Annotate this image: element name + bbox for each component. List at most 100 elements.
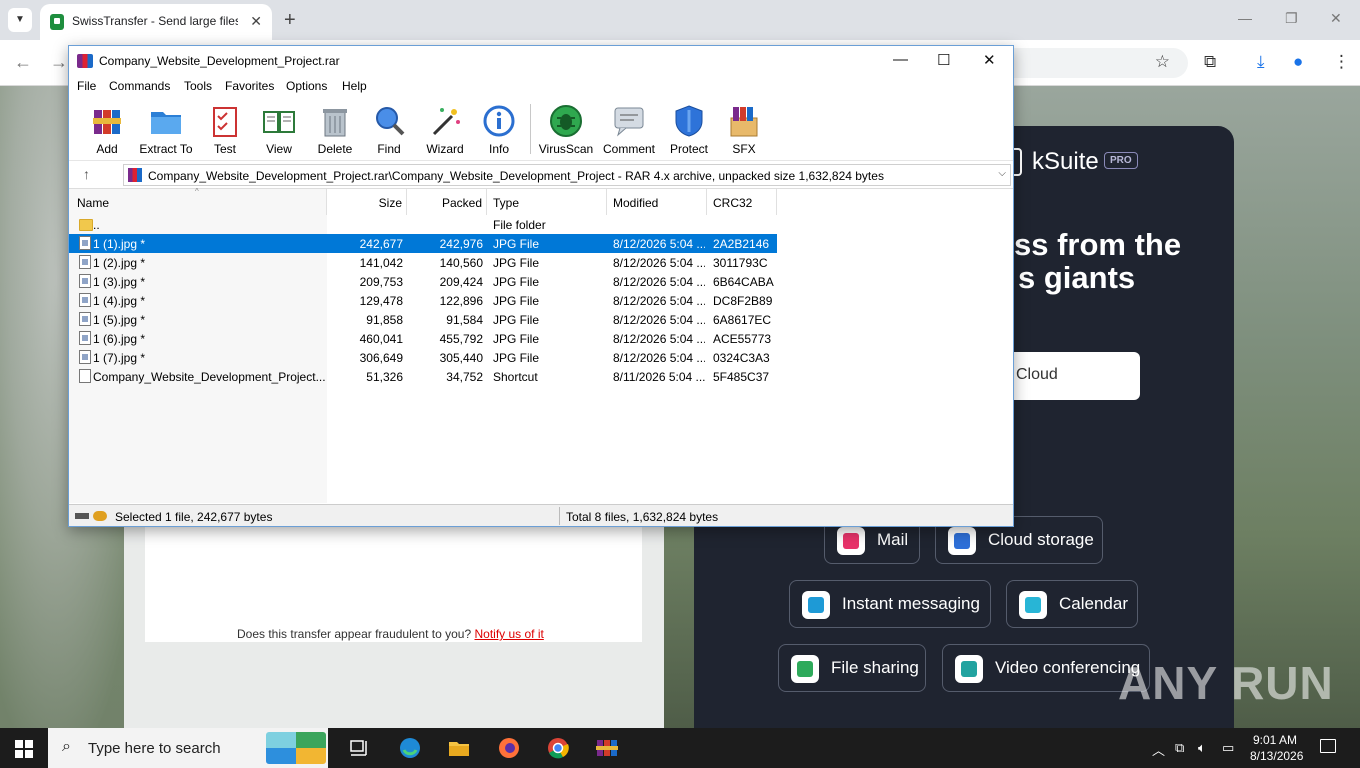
ksuite-brand: kSuite bbox=[1032, 148, 1099, 175]
info-button[interactable]: Info bbox=[469, 102, 529, 156]
cloud-button[interactable]: Cloud bbox=[1014, 352, 1140, 400]
file-row[interactable]: 1 (7).jpg * 306,649 305,440 JPG File 8/12/20… bbox=[69, 348, 777, 367]
file-row[interactable]: 1 (2).jpg * 141,042 140,560 JPG File 8/12/20… bbox=[69, 253, 777, 272]
clock-time: 9:01 AM bbox=[1252, 733, 1298, 747]
file-explorer-icon[interactable] bbox=[447, 736, 471, 760]
browser-tab[interactable]: SwissTransfer - Send large files ✕ bbox=[40, 4, 272, 40]
cell-packed: 34,752 bbox=[446, 370, 483, 384]
virusscan-button[interactable]: VirusScan bbox=[536, 102, 596, 156]
test-button[interactable]: Test bbox=[195, 102, 255, 156]
menu-help[interactable]: Help bbox=[342, 79, 367, 93]
cell-modified: 8/12/2026 5:04 ... bbox=[613, 294, 705, 308]
cell-crc: 3011793C bbox=[713, 256, 768, 270]
volume-icon[interactable]: 🔈︎ bbox=[1198, 740, 1206, 756]
fraud-notice: Does this transfer appear fraudulent to … bbox=[237, 627, 544, 641]
cell-size: 306,649 bbox=[359, 351, 403, 365]
cell-name: 1 (2).jpg * bbox=[93, 256, 146, 270]
cell-crc: 5F485C37 bbox=[713, 370, 770, 384]
winrar-taskbar-icon[interactable] bbox=[595, 736, 619, 760]
file-sharing-icon bbox=[791, 655, 819, 683]
profile-avatar-icon[interactable]: ● bbox=[1293, 52, 1303, 72]
extract-to-button[interactable]: Extract To bbox=[136, 102, 196, 156]
up-arrow-icon[interactable]: ↑ bbox=[83, 166, 90, 182]
column-header-modified[interactable]: Modified bbox=[607, 189, 707, 215]
cell-size: 460,041 bbox=[359, 332, 403, 346]
file-row[interactable]: 1 (4).jpg * 129,478 122,896 JPG File 8/12/20… bbox=[69, 291, 777, 310]
chrome-icon[interactable] bbox=[546, 736, 570, 760]
tab-close-icon[interactable]: ✕ bbox=[250, 13, 262, 30]
forward-arrow-icon[interactable]: → bbox=[50, 52, 68, 73]
sfx-button[interactable]: SFX bbox=[714, 102, 774, 156]
file-row[interactable]: 1 (3).jpg * 209,753 209,424 JPG File 8/12/20… bbox=[69, 272, 777, 291]
comment-button[interactable]: Comment bbox=[599, 102, 659, 156]
edge-browser-icon[interactable] bbox=[398, 736, 422, 760]
file-list[interactable]: ^ Name Size Packed Type Modified CRC32 .… bbox=[69, 187, 1013, 503]
browser-maximize-icon[interactable]: ❐ bbox=[1285, 10, 1298, 27]
menu-file[interactable]: File bbox=[77, 79, 96, 93]
taskbar-search-box[interactable]: ⌕ Type here to search bbox=[48, 728, 328, 768]
cell-modified: 8/12/2026 5:04 ... bbox=[613, 275, 705, 289]
extensions-puzzle-icon[interactable]: ⧉ bbox=[1204, 52, 1216, 72]
menu-commands[interactable]: Commands bbox=[109, 79, 170, 93]
winrar-maximize-icon[interactable]: ☐ bbox=[937, 51, 950, 69]
add-button[interactable]: Add bbox=[77, 102, 137, 156]
download-icon[interactable]: ⤓ bbox=[1257, 52, 1265, 72]
firefox-icon[interactable] bbox=[497, 736, 521, 760]
info-circle-icon bbox=[483, 105, 515, 137]
network-icon[interactable]: ⧉ bbox=[1175, 740, 1184, 756]
file-row[interactable]: Company_Website_Development_Project.... 5… bbox=[69, 367, 777, 386]
toolbar-separator bbox=[530, 104, 531, 154]
back-arrow-icon[interactable]: ← bbox=[14, 52, 32, 73]
cell-crc: 6A8617EC bbox=[713, 313, 772, 327]
protect-button[interactable]: Protect bbox=[659, 102, 719, 156]
notify-link[interactable]: Notify us of it bbox=[474, 627, 543, 641]
browser-close-icon[interactable]: ✕ bbox=[1330, 10, 1342, 27]
view-button[interactable]: View bbox=[249, 102, 309, 156]
virusscan-bug-icon bbox=[550, 105, 582, 137]
drive-key-icon bbox=[75, 511, 109, 521]
winrar-app-icon bbox=[77, 54, 93, 68]
tab-search-button[interactable]: ▼ bbox=[8, 8, 32, 32]
task-view-icon[interactable] bbox=[348, 736, 372, 760]
column-header-crc32[interactable]: CRC32 bbox=[707, 189, 777, 215]
delete-button[interactable]: Delete bbox=[305, 102, 365, 156]
clock-date: 8/13/2026 bbox=[1250, 749, 1304, 763]
file-row[interactable]: 1 (6).jpg * 460,041 455,792 JPG File 8/12/20… bbox=[69, 329, 777, 348]
browser-minimize-icon[interactable]: — bbox=[1238, 10, 1252, 26]
new-tab-button[interactable]: + bbox=[284, 8, 296, 32]
tray-chevron-up-icon[interactable]: ︿ bbox=[1152, 740, 1165, 759]
winrar-minimize-icon[interactable]: — bbox=[893, 51, 908, 68]
address-bar[interactable]: ☆ bbox=[1000, 48, 1188, 78]
protect-shield-icon bbox=[675, 105, 703, 137]
column-header-type[interactable]: Type bbox=[487, 189, 607, 215]
bookmark-star-icon[interactable]: ☆ bbox=[1155, 52, 1170, 72]
file-row[interactable]: 1 (1).jpg * 242,677 242,976 JPG File 8/12/20… bbox=[69, 234, 777, 253]
display-icon[interactable]: ▭ bbox=[1222, 740, 1234, 756]
fraud-text: Does this transfer appear fraudulent to … bbox=[237, 627, 472, 641]
cell-modified: 8/12/2026 5:04 ... bbox=[613, 351, 705, 365]
cell-crc: 2A2B2146 bbox=[713, 237, 770, 251]
parent-folder-row[interactable]: .. File folder bbox=[69, 215, 777, 234]
cell-type: JPG File bbox=[493, 237, 540, 251]
find-button[interactable]: Find bbox=[359, 102, 419, 156]
file-row[interactable]: 1 (5).jpg * 91,858 91,584 JPG File 8/12/2026… bbox=[69, 310, 777, 329]
windows-start-icon[interactable] bbox=[15, 740, 33, 758]
menu-favorites[interactable]: Favorites bbox=[225, 79, 274, 93]
cell-type: JPG File bbox=[493, 351, 540, 365]
column-header-size[interactable]: Size bbox=[327, 189, 407, 215]
menu-kebab-icon[interactable]: ⋮ bbox=[1333, 52, 1350, 72]
menu-options[interactable]: Options bbox=[286, 79, 327, 93]
wizard-button[interactable]: Wizard bbox=[415, 102, 475, 156]
jpg-file-icon bbox=[79, 274, 91, 288]
menu-tools[interactable]: Tools bbox=[184, 79, 212, 93]
column-header-packed[interactable]: Packed bbox=[407, 189, 487, 215]
path-field[interactable]: Company_Website_Development_Project.rar\… bbox=[123, 164, 1011, 186]
column-header-name[interactable]: Name bbox=[69, 189, 327, 215]
chevron-down-icon[interactable]: ⌵ bbox=[998, 168, 1006, 179]
test-label: Test bbox=[213, 142, 236, 156]
notification-center-icon[interactable] bbox=[1320, 739, 1336, 753]
winrar-close-icon[interactable]: ✕ bbox=[983, 51, 996, 69]
winrar-title: Company_Website_Development_Project.rar bbox=[99, 54, 340, 68]
cell-type: JPG File bbox=[493, 313, 540, 327]
taskbar-clock[interactable]: 9:01 AM 8/13/2026 bbox=[1250, 732, 1304, 764]
